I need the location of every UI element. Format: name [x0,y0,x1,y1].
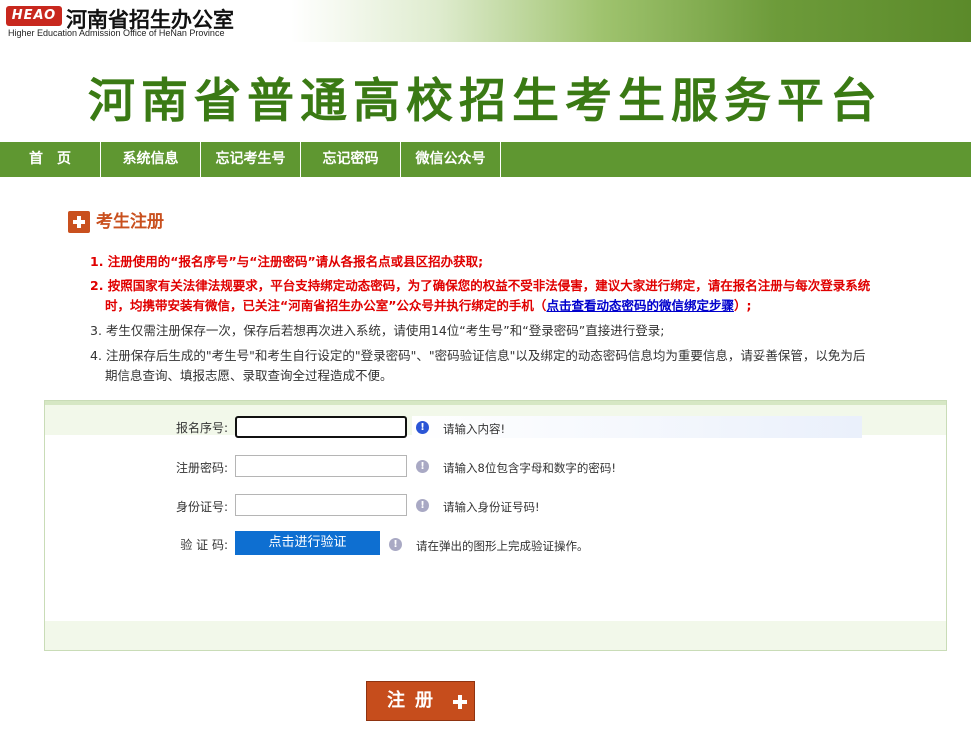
notice-1: 1. 注册使用的“报名序号”与“注册密码”请从各报名点或县区招办获取; [90,254,484,269]
office-logo: HEAO [6,6,62,26]
reg-no-label: 报名序号: [175,421,228,435]
nav-item-system-info[interactable]: 系统信息 [101,142,201,177]
nav-item-forgot-password[interactable]: 忘记密码 [301,142,401,177]
notice-2-prefix: 时，均携带安装有微信，已关注“河南省招生办公室”公众号并执行绑定的手机（ [105,298,547,313]
nav-item-forgot-exam-no[interactable]: 忘记考生号 [201,142,301,177]
notice-4-line-1: 4. 注册保存后生成的"考生号"和考生自行设定的"登录密码"、"密码验证信息"以… [90,348,866,363]
captcha-hint: 请在弹出的图形上完成验证操作。 [416,539,589,553]
page-title: 河南省普通高校招生考生服务平台 [88,74,883,129]
nav-item-home[interactable]: 首 页 [0,142,101,177]
reg-pwd-hint: 请输入8位包含字母和数字的密码! [443,461,616,475]
office-name-en: Higher Education Admission Office of HeN… [8,28,225,38]
plus-icon [68,211,90,233]
id-no-hint: 请输入身份证号码! [443,500,540,514]
reg-no-input[interactable] [235,416,407,438]
info-icon: ! [416,460,429,473]
verify-button[interactable]: 点击进行验证 [235,531,380,555]
id-no-label: 身份证号: [175,500,228,514]
notice-2-line-1: 2. 按照国家有关法律法规要求，平台支持绑定动态密码，为了确保您的权益不受非法侵… [90,278,871,293]
notice-4-line-2: 期信息查询、填报志愿、录取查询全过程造成不便。 [105,368,393,383]
section-title: 考生注册 [96,212,164,232]
captcha-label: 验 证 码: [180,538,228,552]
reg-pwd-label: 注册密码: [175,461,228,475]
register-button-label: 注册 [387,690,443,711]
register-button[interactable]: 注册 [366,681,475,721]
plus-icon [453,695,467,709]
info-icon: ! [416,421,429,434]
notice-3: 3. 考生仅需注册保存一次，保存后若想再次进入系统，请使用14位“考生号”和“登… [90,323,665,338]
reg-pwd-input[interactable] [235,455,407,477]
reg-no-hint: 请输入内容! [443,422,506,436]
notice-2-line-2: 时，均携带安装有微信，已关注“河南省招生办公室”公众号并执行绑定的手机（点击查看… [105,296,751,316]
main-nav: 首 页 系统信息 忘记考生号 忘记密码 微信公众号 [0,142,971,177]
id-no-input[interactable] [235,494,407,516]
nav-item-wechat[interactable]: 微信公众号 [401,142,501,177]
info-icon: ! [389,538,402,551]
panel-top-bar [45,401,946,405]
info-icon: ! [416,499,429,512]
wechat-binding-steps-link[interactable]: 点击查看动态密码的微信绑定步骤 [546,298,734,313]
notice-2-suffix: ）; [733,298,752,313]
top-banner: HEAO 河南省招生办公室 Higher Education Admission… [0,0,971,42]
